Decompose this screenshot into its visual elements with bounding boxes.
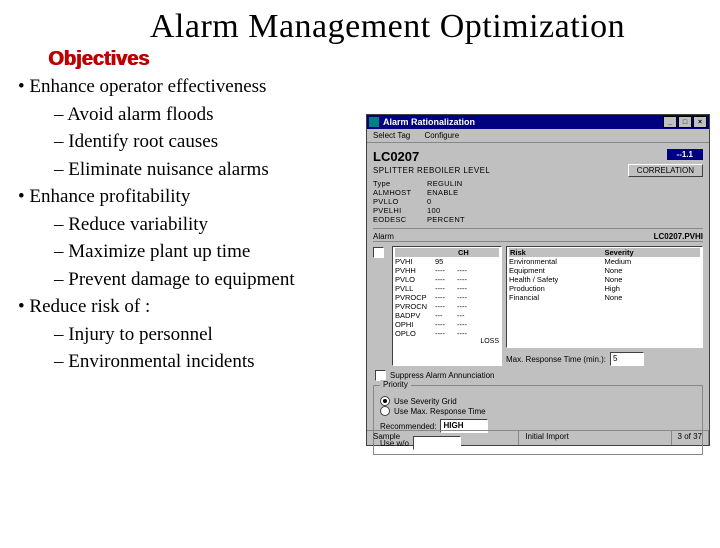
param-grid: TypeREGULINALMHOSTENABLEPVLLO0PVELHI100E… [373,179,703,224]
alarm-row-checkbox[interactable] [373,247,384,258]
opt2-label: Use Max. Response Time [394,407,486,416]
param-value: ENABLE [427,188,703,197]
status-mid: Initial Import [519,431,671,445]
app-icon [369,117,379,127]
tag-description: SPLITTER REBOILER LEVEL [373,166,490,175]
alarm-row[interactable]: OPLO-------- [395,329,499,338]
tag-name: LC0207 [373,149,490,164]
max-rt-label: Max. Response Time (min.): [506,355,606,364]
objectives-heading: Objectives [48,48,720,71]
priority-title: Priority [380,380,411,389]
menubar: Select Tag Configure [367,129,709,143]
param-key: PVELHI [373,206,427,215]
slide-title: Alarm Management Optimization [55,8,720,46]
alarm-row[interactable]: BADPV------ [395,311,499,320]
window-title: Alarm Rationalization [383,117,475,127]
suppress-label: Suppress Alarm Annunciation [390,371,495,380]
param-key: EODESC [373,215,427,224]
status-left: Sample [367,431,519,445]
radio-severity-grid[interactable] [380,396,390,406]
statusbar: Sample Initial Import 3 of 37 [367,430,709,445]
alarm-row[interactable]: PVHI95 [395,257,499,266]
risk-row[interactable]: FinancialNone [509,293,700,302]
app-window: Alarm Rationalization _ □ × Select Tag C… [366,114,710,446]
param-key: Type [373,179,427,188]
bullet-level-1: Enhance operator effectiveness [18,73,720,101]
risk-row[interactable]: EquipmentNone [509,266,700,275]
correlation-button[interactable]: CORRELATION [628,164,703,177]
alarm-list[interactable]: CHPVHI95PVHH--------PVLO--------PVLL----… [392,246,502,366]
alarm-row[interactable]: PVHH-------- [395,266,499,275]
pv-point-label: LC0207.PVHI [654,232,703,241]
alarm-row[interactable]: PVROCN-------- [395,302,499,311]
alarm-row[interactable]: PVLL-------- [395,284,499,293]
risk-list[interactable]: RiskSeverityEnvironmentalMediumEquipment… [506,246,703,348]
menu-configure[interactable]: Configure [424,131,459,140]
minimize-button[interactable]: _ [663,116,677,128]
risk-row[interactable]: ProductionHigh [509,284,700,293]
radio-max-rt[interactable] [380,406,390,416]
param-value: REGULIN [427,179,703,188]
alarm-row[interactable]: OPHI-------- [395,320,499,329]
param-value: PERCENT [427,215,703,224]
maximize-button[interactable]: □ [678,116,692,128]
alarm-row[interactable]: PVROCP-------- [395,293,499,302]
risk-row[interactable]: Health / SafetyNone [509,275,700,284]
header-badge: --1.1 [667,149,703,160]
param-value: 100 [427,206,703,215]
risk-row[interactable]: EnvironmentalMedium [509,257,700,266]
alarm-row[interactable]: PVLO-------- [395,275,499,284]
opt1-label: Use Severity Grid [394,397,457,406]
param-value: 0 [427,197,703,206]
max-rt-value[interactable]: 5 [610,352,644,366]
close-button[interactable]: × [693,116,707,128]
alarm-label: Alarm [373,232,394,241]
titlebar: Alarm Rationalization _ □ × [367,115,709,129]
status-right: 3 of 37 [672,431,709,445]
param-key: PVLLO [373,197,427,206]
menu-select-tag[interactable]: Select Tag [373,131,410,140]
param-key: ALMHOST [373,188,427,197]
